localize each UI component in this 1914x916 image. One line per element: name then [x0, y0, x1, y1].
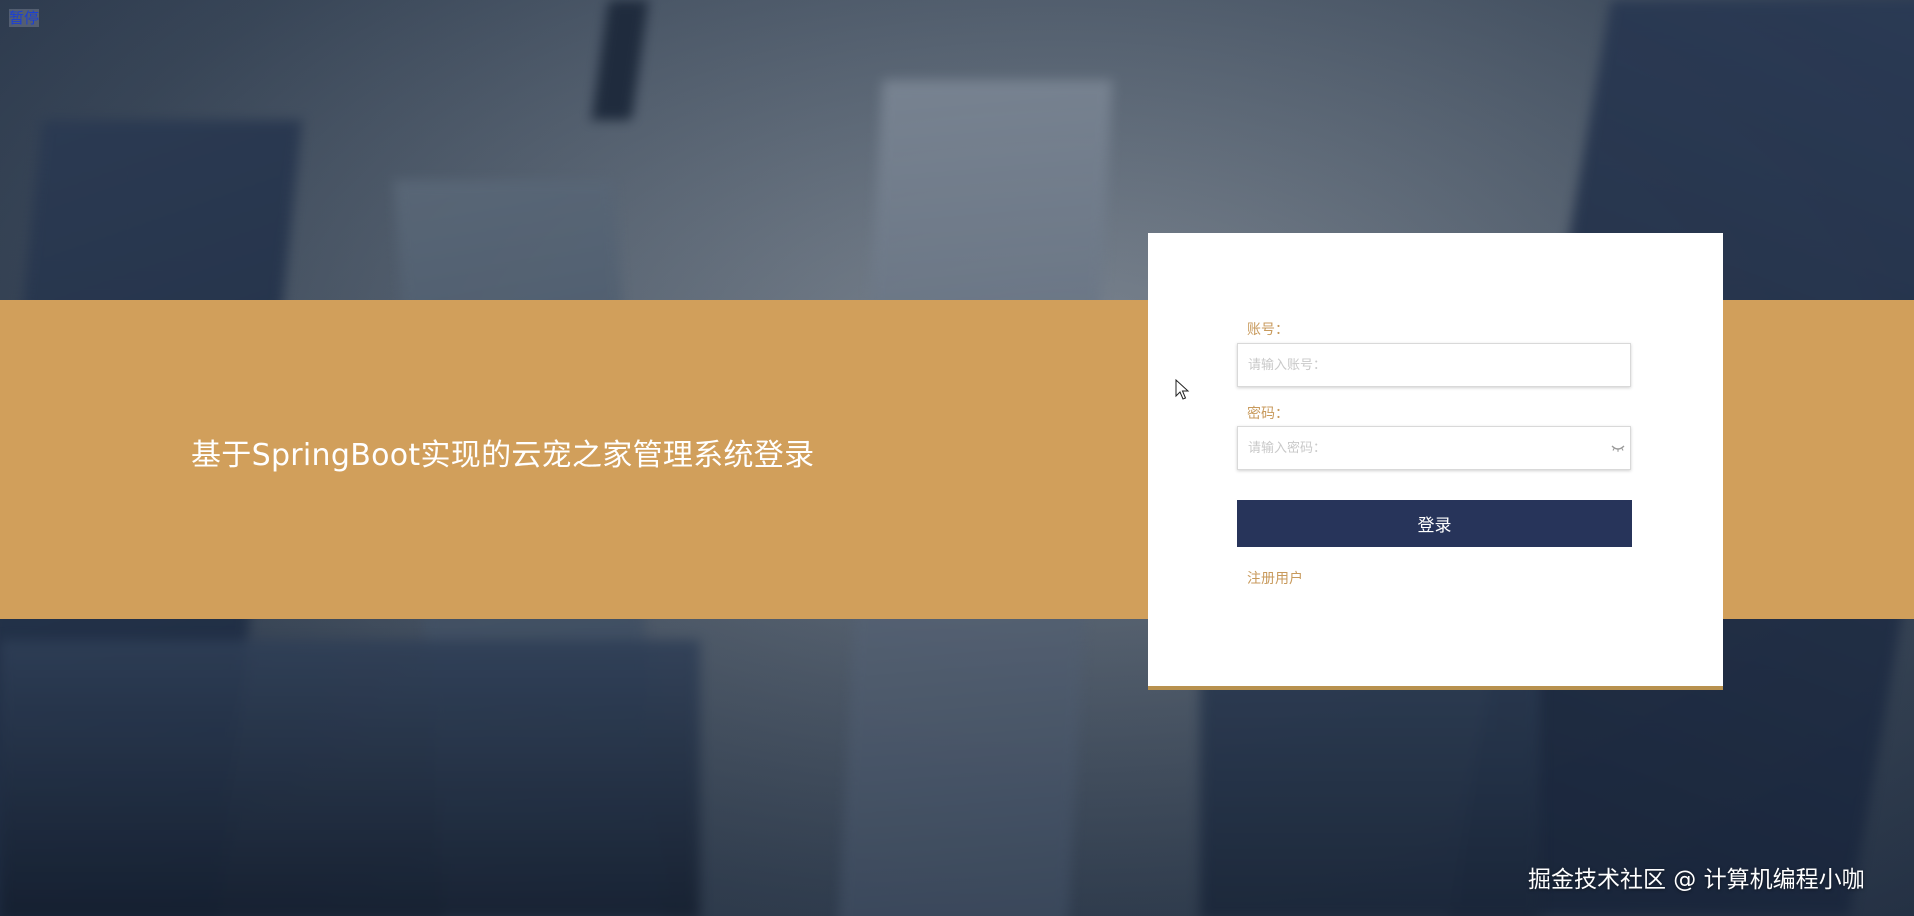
username-label: 账号： [1247, 322, 1289, 338]
watermark: 掘金技术社区 @ 计算机编程小咖 [1528, 867, 1865, 893]
login-screen: 暂停 基于SpringBoot实现的云宠之家管理系统登录 账号： 密码： 登录 … [0, 0, 1914, 916]
background-building [0, 640, 700, 916]
login-button[interactable]: 登录 [1237, 500, 1632, 547]
mouse-cursor-icon [1175, 379, 1190, 400]
pause-label[interactable]: 暂停 [9, 9, 40, 27]
login-card: 账号： 密码： 登录 注册用户 [1148, 233, 1723, 686]
password-label: 密码： [1247, 406, 1289, 422]
password-input[interactable] [1237, 426, 1631, 470]
eye-closed-icon[interactable] [1611, 443, 1625, 453]
username-input[interactable] [1237, 343, 1631, 387]
background-building [591, 0, 649, 120]
page-title: 基于SpringBoot实现的云宠之家管理系统登录 [191, 438, 815, 473]
register-link[interactable]: 注册用户 [1247, 568, 1303, 588]
